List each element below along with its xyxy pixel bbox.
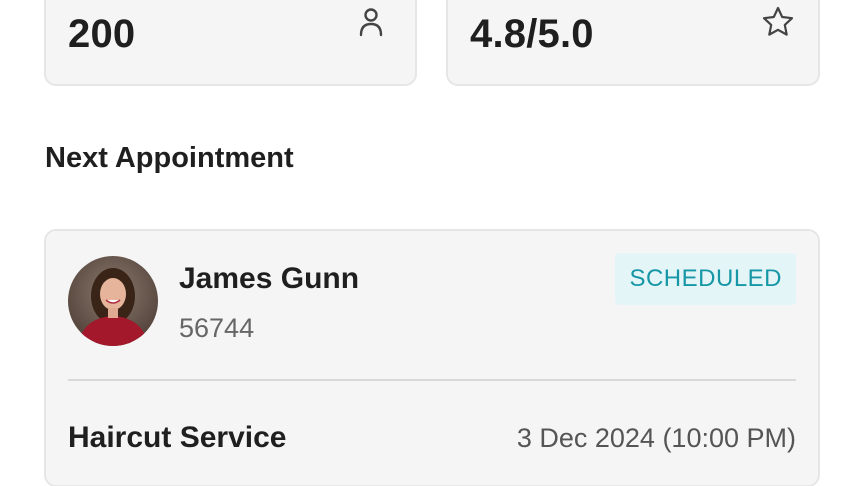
dashboard-page: 200 4.8/5.0 Next Appointment James Gunn … [0,0,864,486]
person-icon [359,8,383,37]
service-name: Haircut Service [68,421,287,454]
clients-count: 200 [68,12,136,56]
status-badge: SCHEDULED [615,253,796,305]
avatar [68,256,158,346]
appointment-datetime: 3 Dec 2024 (10:00 PM) [516,423,796,453]
appointment-card[interactable]: James Gunn 56744 SCHEDULED Haircut Servi… [44,229,820,486]
clients-stat-card[interactable]: 200 [44,0,417,86]
divider [68,379,796,381]
avatar-image [68,256,158,346]
client-name: James Gunn [179,262,360,295]
rating-value: 4.8/5.0 [470,12,594,56]
star-icon [762,6,794,36]
rating-stat-card[interactable]: 4.8/5.0 [446,0,820,86]
section-title: Next Appointment [45,142,294,174]
client-id: 56744 [179,313,255,343]
